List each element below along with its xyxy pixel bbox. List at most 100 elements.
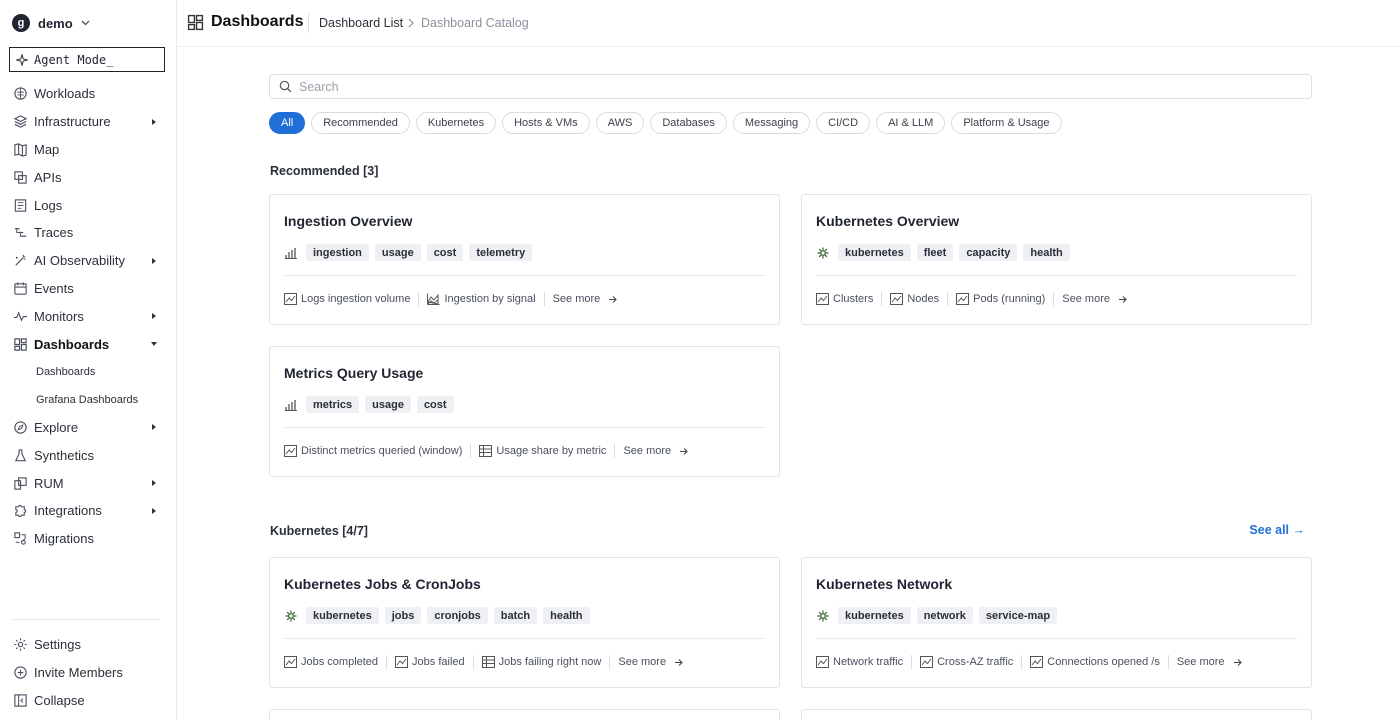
tag: fleet [916, 244, 954, 261]
nav-item-traces[interactable]: Traces [0, 219, 176, 247]
card-title: Metrics Query Usage [284, 365, 424, 381]
panel-link[interactable]: Jobs failed [395, 655, 474, 669]
panel-link[interactable]: Jobs completed [284, 655, 388, 669]
filter-chip-ci-cd[interactable]: CI/CD [816, 112, 871, 134]
panel-link[interactable]: Ingestion by signal [427, 292, 545, 306]
nav-item-infrastructure[interactable]: Infrastructure [0, 108, 176, 136]
nav-item-monitors[interactable]: Monitors [0, 302, 176, 330]
dashboard-card-partial[interactable] [801, 709, 1312, 720]
sidebar-divider [12, 619, 160, 620]
dashboard-card-kubernetes-network[interactable]: Kubernetes Network kubernetes network se… [801, 557, 1312, 688]
tag: health [543, 607, 590, 624]
dashboard-icon [187, 14, 204, 31]
dashboard-card-metrics-query-usage[interactable]: Metrics Query Usage metrics usage cost D… [269, 346, 780, 477]
nav-item-dashboards[interactable]: Dashboards [0, 330, 176, 358]
card-title: Kubernetes Overview [816, 213, 960, 229]
nav-item-map[interactable]: Map [0, 136, 176, 164]
card-title: Ingestion Overview [284, 213, 413, 229]
filter-chip-kubernetes[interactable]: Kubernetes [415, 112, 497, 134]
panel-link[interactable]: Network traffic [816, 655, 913, 669]
nav-item-settings[interactable]: Settings [0, 631, 176, 659]
nav-label: Map [34, 141, 60, 157]
filter-chip-ai-llm[interactable]: AI & LLM [876, 112, 946, 134]
nav-label: RUM [34, 475, 64, 491]
nav-label: Migrations [34, 531, 94, 547]
search-input[interactable] [299, 79, 1199, 94]
see-more-link[interactable]: See more [553, 293, 619, 305]
nav-item-explore[interactable]: Explore [0, 414, 176, 442]
card-tags: kubernetes network service-map [816, 607, 1058, 624]
dashboard-card-kubernetes-overview[interactable]: Kubernetes Overview kubernetes fleet cap… [801, 194, 1312, 325]
tag: cronjobs [427, 607, 488, 624]
nav-item-integrations[interactable]: Integrations [0, 497, 176, 525]
card-tags: kubernetes jobs cronjobs batch health [284, 607, 590, 624]
dashboard-card-kubernetes-jobs[interactable]: Kubernetes Jobs & CronJobs kubernetes jo… [269, 557, 780, 688]
panel-label: Jobs failing right now [498, 656, 602, 668]
filter-chip-aws[interactable]: AWS [595, 112, 645, 134]
nav-subitem-grafana-dashboards[interactable]: Grafana Dashboards [0, 386, 176, 414]
section-title-kubernetes: Kubernetes [4/7] [270, 524, 368, 538]
nav-item-synthetics[interactable]: Synthetics [0, 441, 176, 469]
nav-item-invite-members[interactable]: Invite Members [0, 659, 176, 687]
chevron-down-icon [81, 20, 90, 26]
card-divider [284, 638, 765, 639]
filter-chip-messaging[interactable]: Messaging [732, 112, 811, 134]
tag: metrics [306, 396, 360, 413]
page-header: Dashboards Dashboard List Dashboard Cata… [177, 0, 1400, 47]
nav-subitem-dashboards[interactable]: Dashboards [0, 358, 176, 386]
panel-link[interactable]: Logs ingestion volume [284, 292, 420, 306]
layers-icon [13, 115, 28, 128]
nav-item-migrations[interactable]: Migrations [0, 525, 176, 553]
card-title: Kubernetes Jobs & CronJobs [284, 576, 481, 592]
nav-item-workloads[interactable]: Workloads [0, 80, 176, 108]
page-title: Dashboards [211, 13, 304, 30]
see-more-link[interactable]: See more [618, 656, 684, 668]
filter-chip-platform-usage[interactable]: Platform & Usage [951, 112, 1062, 134]
line-chart-icon [816, 293, 829, 305]
chevron-right-icon [408, 18, 414, 28]
tag: batch [493, 607, 538, 624]
nav-label: Workloads [34, 86, 96, 102]
caret-right-icon [152, 257, 156, 264]
nav-item-logs[interactable]: Logs [0, 191, 176, 219]
panel-link[interactable]: Nodes [890, 292, 949, 306]
filter-chip-hosts-vms[interactable]: Hosts & VMs [502, 112, 590, 134]
see-more-link[interactable]: See more [1177, 656, 1243, 668]
nav-item-ai-observability[interactable]: AI Observability [0, 247, 176, 275]
nav-label: Infrastructure [34, 114, 111, 130]
nav-item-collapse[interactable]: Collapse [0, 687, 176, 715]
see-more-label: See more [1176, 656, 1225, 668]
filter-chip-recommended[interactable]: Recommended [311, 112, 410, 134]
breadcrumb-dashboard-list[interactable]: Dashboard List [319, 16, 403, 30]
agent-mode-button[interactable]: Agent Mode_ [9, 47, 165, 72]
nav-item-events[interactable]: Events [0, 275, 176, 303]
see-more-link[interactable]: See more [623, 445, 689, 457]
filter-chip-databases[interactable]: Databases [650, 112, 727, 134]
calendar-icon [14, 282, 27, 295]
plus-circle-icon [14, 666, 27, 679]
filter-chip-all[interactable]: All [269, 112, 306, 134]
see-all-link[interactable]: See all → [1249, 523, 1305, 537]
breadcrumb-dashboard-catalog[interactable]: Dashboard Catalog [421, 16, 529, 30]
panel-link[interactable]: Distinct metrics queried (window) [284, 444, 472, 458]
panel-link[interactable]: Jobs failing right now [481, 655, 611, 669]
dashboard-card-partial[interactable] [269, 709, 780, 720]
agent-mode-label: Agent Mode_ [34, 52, 114, 67]
nav-label: APIs [34, 169, 62, 185]
panel-link[interactable]: Pods (running) [956, 292, 1055, 306]
tag: ingestion [306, 244, 369, 261]
org-switcher[interactable]: g demo [12, 13, 90, 33]
nav-label: Dashboards [34, 336, 110, 352]
panel-link[interactable]: Connections opened /s [1030, 655, 1169, 669]
panel-link[interactable]: Clusters [816, 292, 883, 306]
dashboard-card-ingestion-overview[interactable]: Ingestion Overview ingestion usage cost … [269, 194, 780, 325]
panel-label: Pods (running) [973, 293, 1046, 305]
nav-item-apis[interactable]: APIs [0, 163, 176, 191]
nav-item-rum[interactable]: RUM [0, 469, 176, 497]
main-nav: Workloads Infrastructure Map APIs Logs T… [0, 80, 176, 553]
see-more-link[interactable]: See more [1062, 293, 1128, 305]
panel-link[interactable]: Cross-AZ traffic [920, 655, 1023, 669]
arrow-right-icon [1119, 295, 1127, 303]
panel-link[interactable]: Usage share by metric [479, 444, 616, 458]
line-chart-icon [920, 656, 934, 668]
